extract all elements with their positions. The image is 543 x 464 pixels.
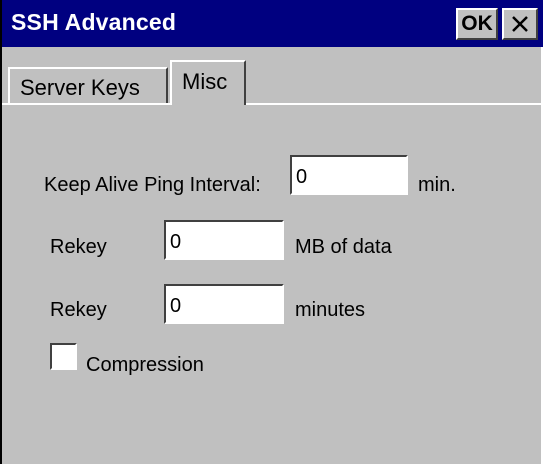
tab-misc[interactable]: Misc	[170, 60, 246, 105]
rekey-data-input[interactable]	[164, 220, 284, 260]
ssh-advanced-dialog: SSH Advanced OK Server Keys Misc Keep Al…	[0, 0, 543, 464]
compression-checkbox[interactable]	[50, 343, 77, 370]
rekey-data-label: Rekey	[50, 236, 107, 258]
tab-panel-border	[2, 103, 543, 105]
tab-server-keys[interactable]: Server Keys	[8, 67, 168, 103]
rekey-minutes-input[interactable]	[164, 284, 284, 324]
tab-strip: Server Keys Misc	[2, 47, 543, 105]
rekey-minutes-unit: minutes	[295, 299, 366, 321]
close-button[interactable]	[502, 8, 538, 40]
window-title: SSH Advanced	[11, 9, 177, 35]
close-icon	[512, 16, 528, 32]
keep-alive-label: Keep Alive Ping Interval:	[44, 174, 261, 196]
tab-misc-label: Misc	[182, 69, 228, 94]
title-bar: SSH Advanced OK	[2, 0, 543, 47]
compression-label: Compression	[86, 354, 204, 376]
tab-server-keys-label: Server Keys	[20, 75, 140, 100]
keep-alive-unit: min.	[418, 174, 456, 196]
rekey-minutes-label: Rekey	[50, 299, 107, 321]
ok-button[interactable]: OK	[456, 8, 498, 40]
keep-alive-input[interactable]	[290, 155, 408, 195]
rekey-data-unit: MB of data	[295, 236, 392, 258]
